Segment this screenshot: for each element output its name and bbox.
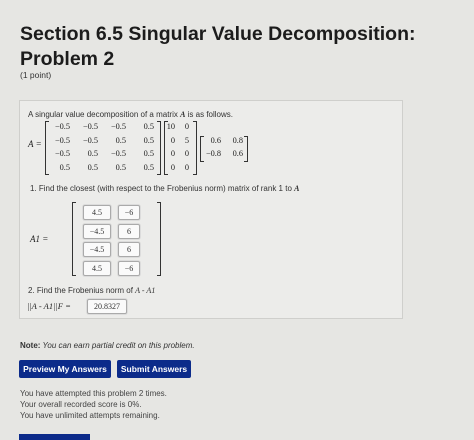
norm-answer-input[interactable]: 20.8327 bbox=[87, 299, 127, 314]
a1-right-bracket bbox=[157, 202, 161, 276]
matrix-u-cell: −0.5 bbox=[54, 149, 70, 158]
points-label: (1 point) bbox=[20, 70, 52, 80]
status-attempts: You have attempted this problem 2 times. bbox=[20, 389, 167, 398]
matrix-u-cell: 0.5 bbox=[87, 162, 98, 172]
matrix-u-cell: 0.5 bbox=[87, 149, 98, 158]
matrix-s-cell: 0 bbox=[170, 135, 175, 145]
a1-answer-input[interactable]: −4.5 bbox=[83, 242, 111, 257]
matrix-s-cell: 5 bbox=[184, 135, 189, 145]
matrix-s-cell: 0 bbox=[184, 122, 189, 131]
status-score: Your overall recorded score is 0%. bbox=[20, 400, 142, 409]
matrix-s-cell: 0 bbox=[184, 149, 189, 158]
matrix-u-cell: −0.5 bbox=[54, 135, 70, 145]
a1-answer-input[interactable]: 4.5 bbox=[83, 260, 111, 276]
matrix-s-cell: 0 bbox=[184, 162, 189, 172]
a1-answer-input[interactable]: 6 bbox=[118, 242, 140, 257]
matrix-s-cell: 0 bbox=[170, 149, 175, 158]
matrix-u-cell: 0.5 bbox=[143, 162, 154, 172]
a1-label: A1 = bbox=[30, 234, 49, 244]
a1-answer-input[interactable]: −4.5 bbox=[83, 223, 111, 239]
matrix-s-right-bracket bbox=[193, 121, 197, 175]
matrix-v-cell: 0.6 bbox=[232, 149, 243, 158]
matrix-a-label: A = bbox=[28, 139, 42, 149]
a1-left-bracket bbox=[72, 202, 76, 276]
question-2-text: 2. Find the Frobenius norm of A - A1 bbox=[28, 286, 156, 295]
note-text: Note: You can earn partial credit on thi… bbox=[20, 341, 195, 350]
matrix-u-cell: 0.5 bbox=[59, 162, 70, 172]
preview-answers-button[interactable]: Preview My Answers bbox=[19, 360, 111, 378]
a1-answer-input[interactable]: 6 bbox=[118, 223, 140, 239]
a1-answer-input[interactable]: −6 bbox=[118, 205, 140, 220]
matrix-u-cell: 0.5 bbox=[115, 135, 126, 145]
matrix-u-right-bracket bbox=[157, 121, 161, 175]
matrix-u-cell: −0.5 bbox=[110, 149, 126, 158]
matrix-u-cell: 0.5 bbox=[143, 122, 154, 131]
norm-label: ||A - A1||F = bbox=[27, 301, 71, 311]
matrix-v-cell: −0.8 bbox=[205, 149, 221, 158]
matrix-u-cell: 0.5 bbox=[115, 162, 126, 172]
page: Section 6.5 Singular Value Decomposition… bbox=[0, 0, 474, 440]
matrix-u-cell: 0.5 bbox=[143, 149, 154, 158]
submit-answers-button[interactable]: Submit Answers bbox=[117, 360, 191, 378]
matrix-u-cell: −0.5 bbox=[82, 135, 98, 145]
matrix-u-cell: −0.5 bbox=[110, 122, 126, 131]
matrix-v-right-bracket bbox=[244, 136, 248, 162]
matrix-s-cell: 10 bbox=[166, 122, 175, 131]
page-title: Section 6.5 Singular Value Decomposition… bbox=[20, 23, 416, 70]
intro-text: A singular value decomposition of a matr… bbox=[28, 110, 233, 119]
matrix-u-cell: −0.5 bbox=[82, 122, 98, 131]
matrix-v-cell: 0.6 bbox=[210, 136, 221, 145]
partial-button-bottom[interactable] bbox=[19, 434, 90, 440]
a1-answer-input[interactable]: −6 bbox=[118, 260, 140, 276]
matrix-v-cell: 0.8 bbox=[232, 136, 243, 145]
status-remaining: You have unlimited attempts remaining. bbox=[20, 411, 160, 420]
matrix-u-cell: 0.5 bbox=[143, 135, 154, 145]
matrix-s-cell: 0 bbox=[170, 162, 175, 172]
matrix-u-cell: −0.5 bbox=[54, 122, 70, 131]
a1-answer-input[interactable]: 4.5 bbox=[83, 205, 111, 220]
question-1-text: 1. Find the closest (with respect to the… bbox=[30, 184, 300, 193]
